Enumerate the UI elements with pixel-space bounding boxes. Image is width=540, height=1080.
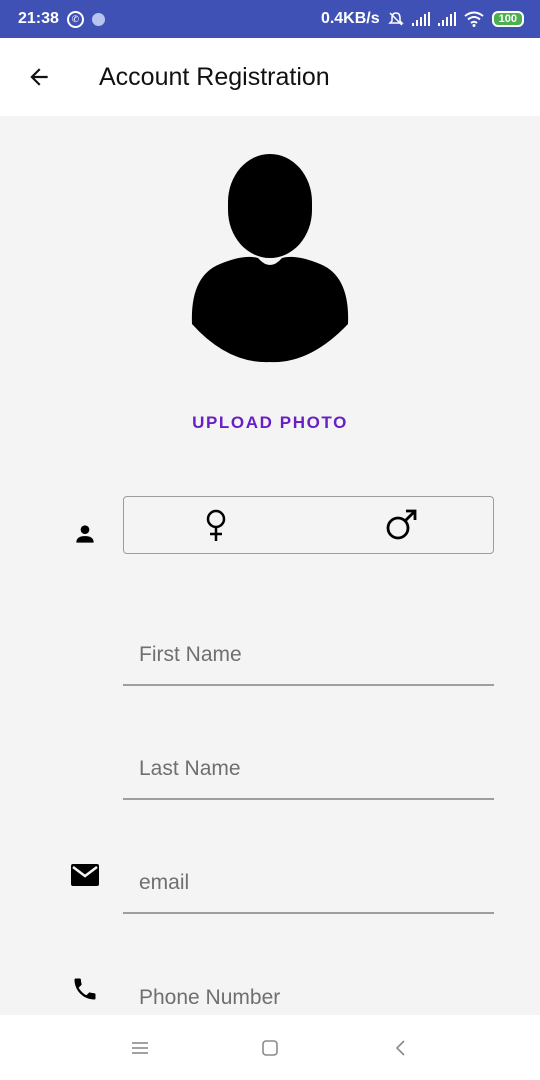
- email-input[interactable]: [139, 854, 494, 912]
- first-name-field: [123, 626, 494, 686]
- back-button[interactable]: [0, 38, 78, 116]
- whatsapp-icon: ✆: [66, 10, 84, 28]
- gender-toggle: [123, 496, 494, 554]
- first-name-input[interactable]: [139, 626, 494, 684]
- network-speed: 0.4KB/s: [320, 10, 380, 27]
- nav-menu-button[interactable]: [120, 1028, 160, 1068]
- status-bar: 21:38 ✆ 0.4KB/s 100: [0, 0, 540, 38]
- email-icon: [66, 856, 104, 894]
- system-nav-bar: [0, 1015, 540, 1080]
- signal-icon: [411, 12, 430, 26]
- nav-back-button[interactable]: [380, 1028, 420, 1068]
- male-icon: [386, 509, 417, 540]
- arrow-back-icon: [30, 68, 48, 86]
- mute-icon: [387, 12, 404, 26]
- wifi-icon: [464, 11, 484, 27]
- gender-female-button[interactable]: [124, 497, 309, 553]
- app-bar: Account Registration: [0, 38, 540, 116]
- female-icon: [207, 509, 226, 541]
- email-field: [123, 854, 494, 914]
- last-name-field: [123, 740, 494, 800]
- phone-icon: [66, 970, 104, 1008]
- gender-male-button[interactable]: [309, 497, 494, 553]
- battery-icon: 100: [491, 11, 524, 27]
- status-left: 21:38 ✆: [18, 10, 105, 28]
- page-title: Account Registration: [99, 62, 330, 91]
- nav-home-button[interactable]: [250, 1028, 290, 1068]
- status-right: 0.4KB/s 100: [321, 10, 524, 28]
- upload-photo-button[interactable]: UPLOAD PHOTO: [150, 406, 390, 440]
- status-time: 21:38: [18, 10, 59, 27]
- avatar-placeholder-icon[interactable]: [190, 154, 350, 364]
- notification-dot-icon: [91, 12, 105, 26]
- signal-icon: [437, 12, 456, 26]
- menu-icon: [132, 1041, 148, 1054]
- person-icon: [66, 515, 104, 553]
- last-name-input[interactable]: [139, 740, 494, 798]
- back-nav-icon: [395, 1039, 405, 1056]
- home-icon: [262, 1039, 278, 1056]
